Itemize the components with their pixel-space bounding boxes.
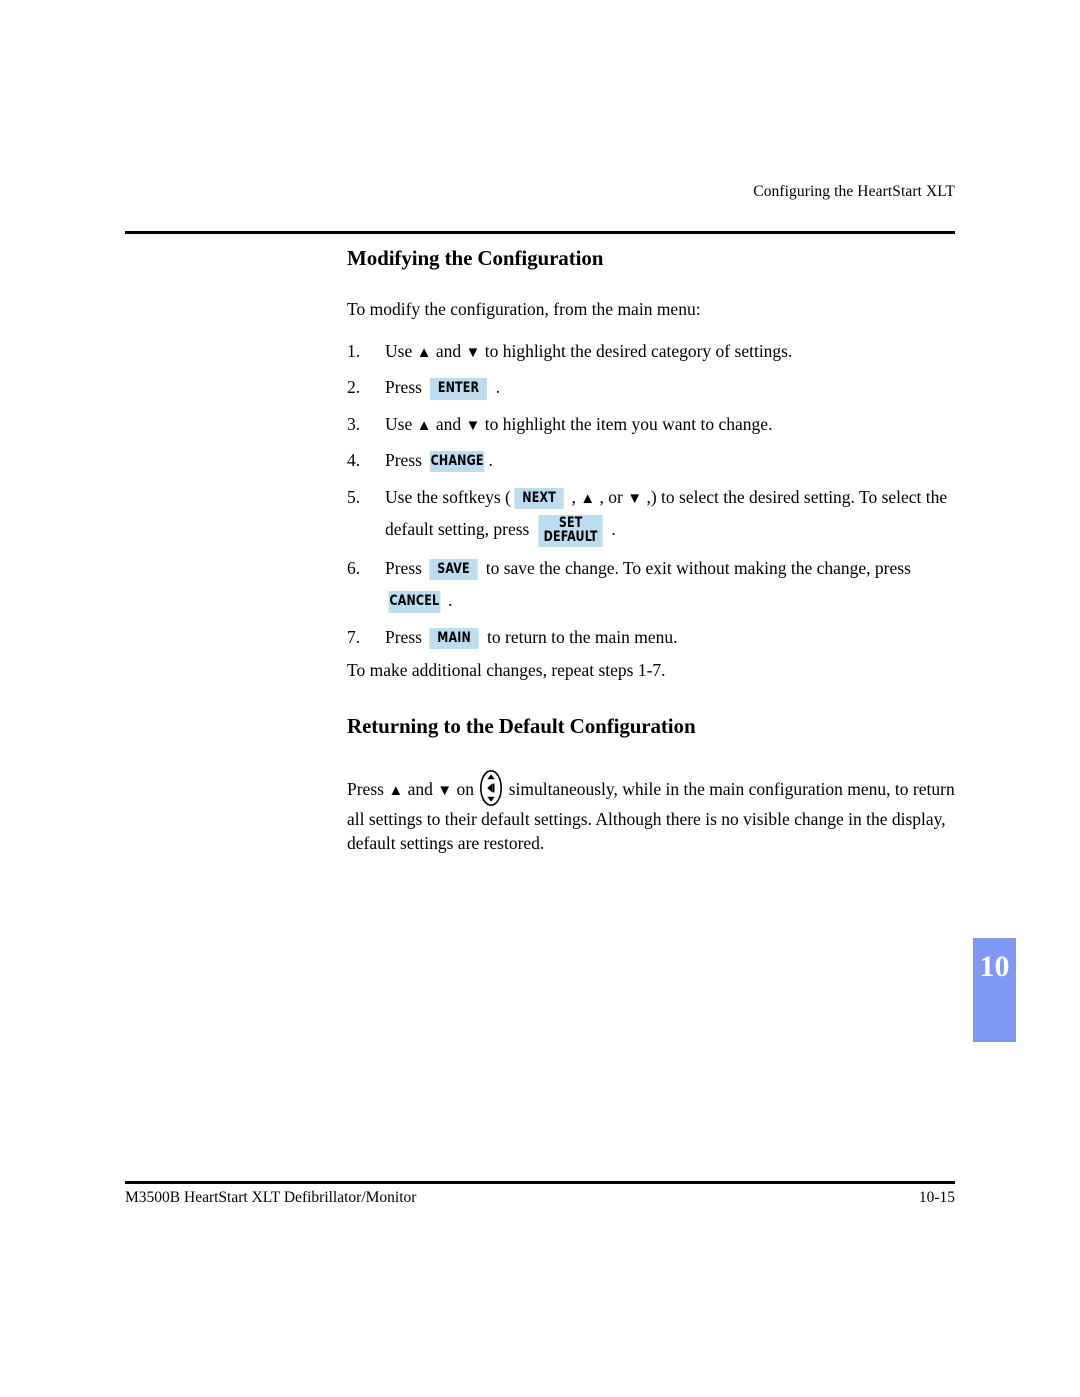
step-text: Press CHANGE. (385, 449, 493, 473)
softkey-enter[interactable]: ENTER (430, 378, 488, 400)
modify-configuration-steps: 1. Use ▲ and ▼ to highlight the desired c… (347, 336, 962, 653)
step-number: 5. (347, 486, 361, 507)
body-text-run: to save the change. To exit without maki… (481, 557, 911, 578)
softkey-main[interactable]: MAIN (429, 627, 480, 650)
body-text-run: Use the softkeys ( (385, 486, 511, 507)
header-rule (125, 231, 955, 234)
step-item-1: 1. Use ▲ and ▼ to highlight the desired c… (347, 336, 962, 367)
step-text: Press SAVE to save the change. To exit w… (385, 557, 911, 613)
softkey-next[interactable]: NEXT (514, 487, 564, 510)
body-text-run: to return to the main menu. (482, 626, 678, 647)
body-text-run: , or (595, 486, 628, 507)
body-text-run: Use (385, 341, 417, 362)
body-text-run: Press (385, 557, 427, 578)
step-text: Use ▲ and ▼ to highlight the item you wa… (385, 414, 772, 434)
softkey-set-default[interactable]: SET DEFAULT (538, 514, 603, 547)
section1-intro-text: To modify the configuration, from the ma… (347, 299, 701, 320)
up-arrow-icon: ▲ (580, 490, 596, 507)
up-arrow-icon: ▲ (416, 345, 432, 362)
body-text-run: . (607, 519, 616, 540)
softkey-set-default-line2: DEFAULT (543, 529, 598, 546)
footer-page-number: 10-15 (918, 1189, 955, 1206)
down-arrow-icon: ▼ (437, 783, 453, 800)
step-number: 4. (347, 449, 361, 470)
body-text-run: to highlight the desired category of set… (480, 341, 793, 362)
body-text-run: . (443, 590, 453, 611)
section-heading-returning-to-the-default-configuration: Returning to the Default Configuration (347, 713, 696, 738)
down-arrow-icon: ▼ (465, 417, 481, 434)
step-item-2: 2. Press ENTER . (347, 372, 962, 403)
navigation-button-icon (479, 769, 503, 807)
up-arrow-icon: ▲ (388, 783, 404, 800)
step-item-7: 7. Press MAIN to return to the main menu… (347, 622, 962, 653)
down-arrow-icon: ▼ (627, 490, 643, 507)
softkey-cancel[interactable]: CANCEL (388, 591, 441, 613)
step-text: Use ▲ and ▼ to highlight the desired cat… (385, 341, 792, 361)
step-item-3: 3. Use ▲ and ▼ to highlight the item you … (347, 409, 962, 440)
page-content: Modifying the Configuration To modify th… (347, 246, 962, 855)
running-header: Configuring the HeartStart XLT (753, 183, 955, 200)
step-number: 2. (347, 377, 361, 398)
document-page: Configuring the HeartStart XLT Modifying… (0, 0, 1080, 1397)
step-number: 7. (347, 626, 361, 647)
step-item-5: 5. Use the softkeys (NEXT , ▲ , or ▼ ,) t… (347, 481, 962, 547)
chapter-tab-number: 10 (979, 950, 1010, 983)
body-text-run: and (431, 341, 466, 362)
footer-rule (125, 1181, 955, 1184)
body-text-run: Press (347, 779, 389, 800)
body-text-run: Press (385, 377, 427, 398)
step-number: 3. (347, 413, 361, 434)
footer-document-title: M3500B HeartStart XLT Defibrillator/Moni… (125, 1189, 417, 1206)
body-text-run: , (567, 486, 581, 507)
up-arrow-icon: ▲ (416, 417, 432, 434)
section1-outro-text: To make additional changes, repeat steps… (347, 659, 666, 680)
step-item-4: 4. Press CHANGE. (347, 445, 962, 476)
body-text-run: Use (385, 413, 417, 434)
softkey-change[interactable]: CHANGE (430, 450, 485, 473)
body-text-run: on (452, 779, 479, 800)
softkey-save[interactable]: SAVE (429, 558, 479, 581)
step-number: 1. (347, 341, 361, 362)
step-number: 6. (347, 557, 361, 578)
body-text-run: . (491, 377, 501, 398)
section2-paragraph: Press ▲ and ▼ on simultaneously, while i… (347, 769, 962, 855)
step-item-6: 6. Press SAVE to save the change. To exit… (347, 552, 962, 617)
step-text: Use the softkeys (NEXT , ▲ , or ▼ ,) to … (385, 486, 947, 547)
section-heading-modifying-the-configuration: Modifying the Configuration (347, 246, 604, 270)
step-text: Press ENTER . (385, 377, 501, 400)
body-text-run: . (488, 449, 493, 470)
body-text-run: Press (385, 449, 427, 470)
down-arrow-icon: ▼ (465, 345, 481, 362)
body-text-run: Press (385, 626, 427, 647)
step-text: Press MAIN to return to the main menu. (385, 626, 678, 650)
chapter-tab: 10 (973, 938, 1016, 1042)
body-text-run: to highlight the item you want to change… (480, 413, 773, 434)
body-text-run: and (403, 779, 438, 800)
body-text-run: and (431, 413, 466, 434)
softkey-set-default-line1: SET (558, 514, 583, 531)
